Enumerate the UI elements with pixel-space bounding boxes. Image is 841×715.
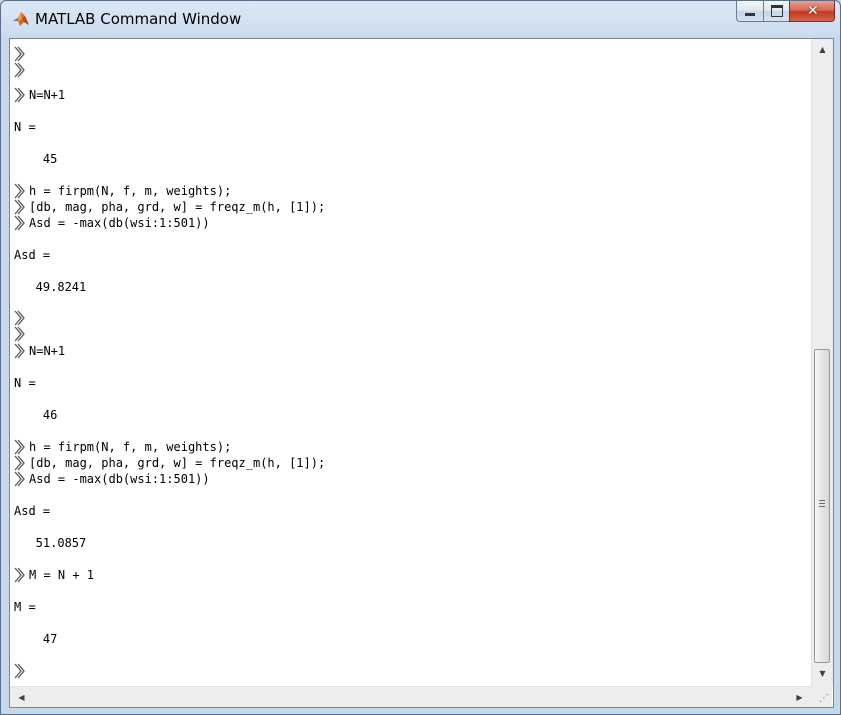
command-text: [db, mag, pha, grd, w] = freqz_m(h, [1])…	[29, 456, 326, 470]
output-text: N =	[14, 120, 36, 134]
close-icon: ✕	[807, 3, 819, 19]
command-text: Asd = -max(db(wsi:1:501))	[29, 216, 210, 230]
scroll-right-arrow-icon[interactable]: ▶	[791, 687, 808, 707]
grip-icon	[819, 500, 825, 507]
scroll-up-arrow-icon[interactable]: ▲	[812, 41, 833, 58]
command-text: [db, mag, pha, grd, w] = freqz_m(h, [1])…	[29, 200, 326, 214]
output-text: M =	[14, 600, 36, 614]
output-text: 45	[14, 152, 58, 166]
command-prompt-chevron-icon	[14, 326, 26, 342]
close-button[interactable]: ✕	[789, 1, 835, 22]
command-text: h = firpm(N, f, m, weights);	[29, 184, 232, 198]
maximize-icon	[771, 5, 783, 17]
scroll-down-arrow-icon[interactable]: ▼	[812, 665, 833, 682]
command-prompt-chevron-icon	[14, 439, 26, 455]
vertical-scroll-thumb[interactable]	[814, 349, 830, 663]
size-grip[interactable]: ⋰	[811, 686, 832, 707]
command-prompt-chevron-icon	[14, 567, 26, 583]
scroll-left-arrow-icon[interactable]: ◀	[13, 687, 30, 707]
console-output[interactable]: N=N+1 N = 45 h = firpm(N, f, m, weights); […	[10, 39, 811, 686]
command-text: N=N+1	[29, 88, 66, 102]
output-text: N =	[14, 376, 36, 390]
caption-buttons: ✕	[736, 1, 835, 23]
minimize-icon	[745, 13, 755, 16]
output-text: Asd =	[14, 504, 51, 518]
horizontal-scrollbar[interactable]: ◀ ▶	[10, 686, 811, 707]
command-prompt-chevron-icon	[14, 87, 26, 103]
command-text: Asd = -max(db(wsi:1:501))	[29, 472, 210, 486]
command-prompt-chevron-icon	[14, 343, 26, 359]
output-text: 51.0857	[14, 536, 87, 550]
output-text: 49.8241	[14, 280, 87, 294]
matlab-command-window: MATLAB Command Window ✕ N=N+1 N = 45 h = f…	[0, 0, 841, 715]
vertical-scrollbar[interactable]: ▲ ▼	[811, 39, 833, 686]
command-text: h = firpm(N, f, m, weights);	[29, 440, 232, 454]
command-prompt-chevron-icon	[14, 183, 26, 199]
matlab-membrane-icon	[13, 12, 29, 26]
command-prompt-chevron-icon	[14, 455, 26, 471]
command-prompt-chevron-icon	[14, 310, 26, 326]
command-prompt-chevron-icon	[14, 471, 26, 487]
minimize-button[interactable]	[736, 1, 763, 22]
output-text: 46	[14, 408, 58, 422]
title-bar[interactable]: MATLAB Command Window ✕	[1, 1, 840, 39]
command-text: M = N + 1	[29, 568, 95, 582]
window-title: MATLAB Command Window	[35, 10, 242, 28]
output-text: 47	[14, 632, 58, 646]
command-prompt-chevron-icon	[14, 215, 26, 231]
command-window-pane: N=N+1 N = 45 h = firpm(N, f, m, weights); […	[9, 38, 834, 708]
command-prompt-chevron-icon	[14, 62, 26, 78]
maximize-button[interactable]	[763, 1, 789, 22]
command-prompt-chevron-icon	[14, 46, 26, 62]
command-prompt-chevron-icon	[14, 199, 26, 215]
command-prompt-chevron-icon	[14, 663, 26, 679]
size-grip-icon: ⋰	[819, 693, 829, 704]
command-text: N=N+1	[29, 344, 66, 358]
output-text: Asd =	[14, 248, 51, 262]
